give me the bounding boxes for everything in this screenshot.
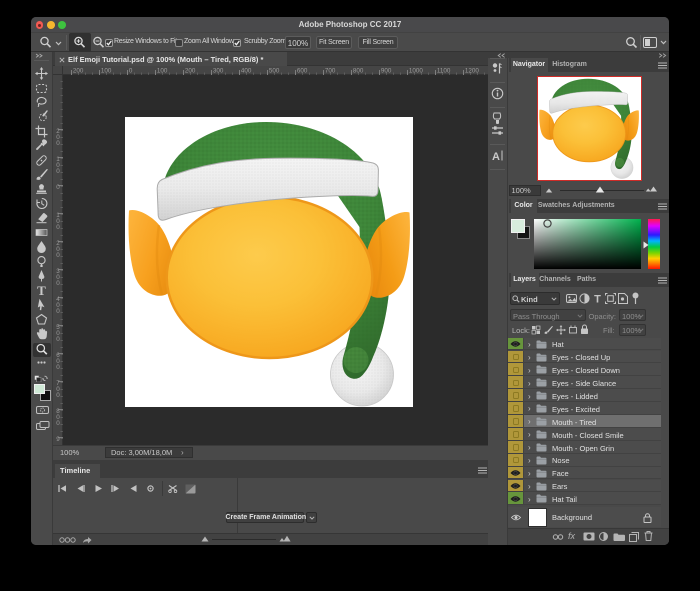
svg-text:9: 9 bbox=[56, 436, 60, 443]
svg-text:0: 0 bbox=[56, 336, 60, 343]
svg-text:200: 200 bbox=[72, 68, 83, 75]
svg-text:0: 0 bbox=[56, 252, 60, 259]
svg-text:200: 200 bbox=[184, 68, 195, 75]
svg-text:600: 600 bbox=[296, 68, 307, 75]
svg-text:1100: 1100 bbox=[436, 68, 450, 75]
svg-text:T: T bbox=[37, 284, 46, 297]
svg-text:T: T bbox=[594, 294, 601, 305]
svg-text:100: 100 bbox=[156, 68, 167, 75]
svg-text:100: 100 bbox=[100, 68, 111, 75]
svg-text:800: 800 bbox=[352, 68, 363, 75]
svg-text:0: 0 bbox=[56, 308, 60, 315]
svg-text:1200: 1200 bbox=[464, 68, 479, 75]
svg-text:0: 0 bbox=[56, 280, 60, 287]
svg-text:0: 0 bbox=[56, 420, 60, 427]
svg-text:0: 0 bbox=[128, 68, 132, 75]
svg-text:0: 0 bbox=[56, 224, 60, 231]
svg-text:A: A bbox=[492, 151, 500, 162]
svg-text:400: 400 bbox=[240, 68, 251, 75]
svg-text:0: 0 bbox=[56, 168, 60, 175]
svg-text:0: 0 bbox=[56, 364, 60, 371]
svg-text:300: 300 bbox=[212, 68, 223, 75]
svg-text:1000: 1000 bbox=[408, 68, 423, 75]
svg-text:900: 900 bbox=[380, 68, 391, 75]
svg-text:0: 0 bbox=[56, 184, 60, 191]
svg-text:0: 0 bbox=[56, 140, 60, 147]
svg-text:0: 0 bbox=[56, 392, 60, 399]
svg-text:500: 500 bbox=[268, 68, 279, 75]
svg-text:700: 700 bbox=[324, 68, 335, 75]
